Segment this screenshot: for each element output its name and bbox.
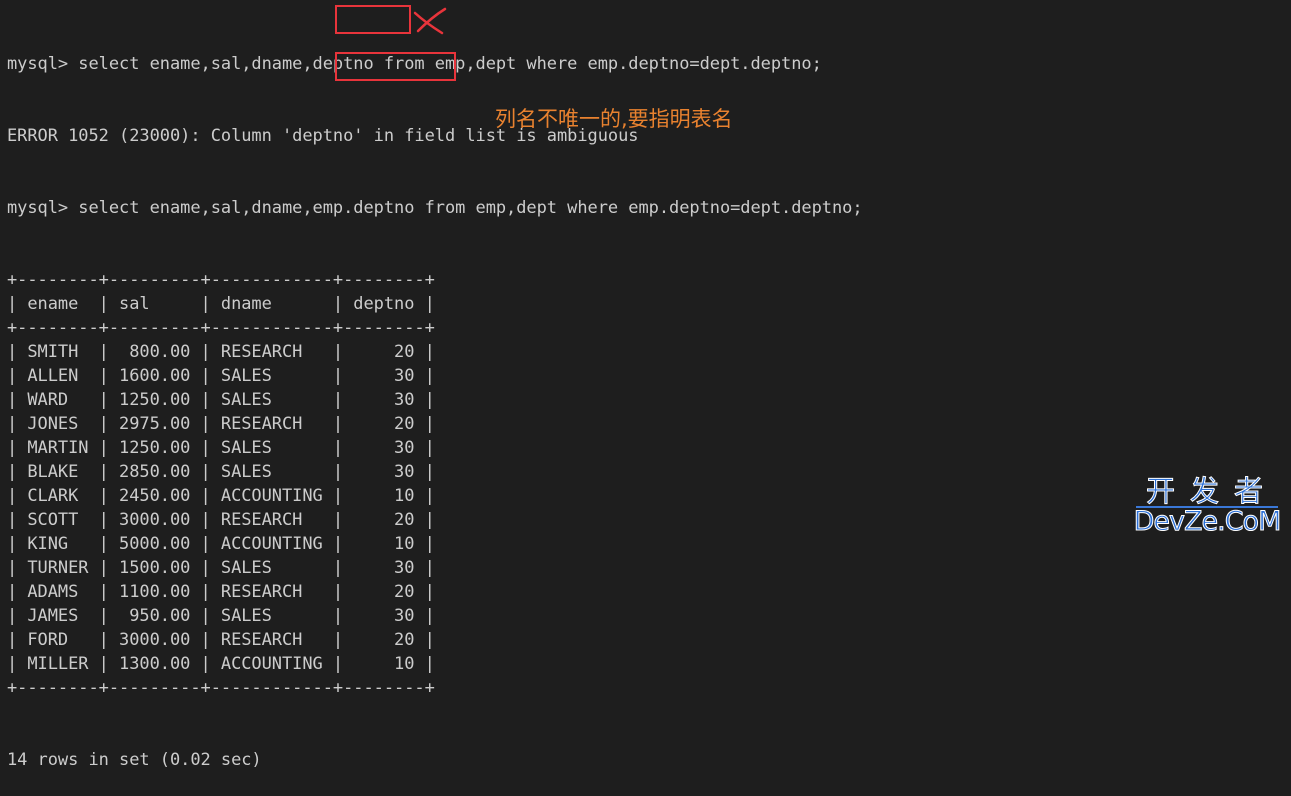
table-row: | KING | 5000.00 | ACCOUNTING | 10 | [7,534,435,554]
table-row: | MARTIN | 1250.00 | SALES | 30 | [7,438,435,458]
table-border: +--------+---------+------------+-------… [7,270,435,290]
table-row: | SMITH | 800.00 | RESEARCH | 20 | [7,342,435,362]
watermark-en: DevZe.CoM [1133,506,1282,537]
highlight-box-emp-deptno [335,52,456,81]
result-table: +--------+---------+------------+-------… [7,268,863,700]
watermark-cn: 开发者 [1145,474,1278,508]
cross-mark-icon [413,7,447,35]
table-row: | FORD | 3000.00 | RESEARCH | 20 | [7,630,435,650]
table-row: | ADAMS | 1100.00 | RESEARCH | 20 | [7,582,435,602]
table-border: +--------+---------+------------+-------… [7,318,435,338]
table-row: | SCOTT | 3000.00 | RESEARCH | 20 | [7,510,435,530]
table-row: | TURNER | 1500.00 | SALES | 30 | [7,558,435,578]
table-row: | BLAKE | 2850.00 | SALES | 30 | [7,462,435,482]
annotation-note: 列名不唯一的,要指明表名 [495,107,733,131]
table-row: | JONES | 2975.00 | RESEARCH | 20 | [7,414,435,434]
terminal-output: mysql> select ename,sal,dname,deptno fro… [7,4,863,796]
highlight-box-deptno [335,5,411,34]
result-footer: 14 rows in set (0.02 sec) [7,750,262,770]
table-row: | ALLEN | 1600.00 | SALES | 30 | [7,366,435,386]
table-row: | CLARK | 2450.00 | ACCOUNTING | 10 | [7,486,435,506]
table-row: | MILLER | 1300.00 | ACCOUNTING | 10 | [7,654,435,674]
table-header: | ename | sal | dname | deptno | [7,294,435,314]
table-row: | JAMES | 950.00 | SALES | 30 | [7,606,435,626]
query-line-2: mysql> select ename,sal,dname,emp.deptno… [7,198,863,218]
watermark-logo: 开发者 DevZe.CoM [1132,474,1282,537]
table-border: +--------+---------+------------+-------… [7,678,435,698]
table-row: | WARD | 1250.00 | SALES | 30 | [7,390,435,410]
error-line: ERROR 1052 (23000): Column 'deptno' in f… [7,126,639,146]
